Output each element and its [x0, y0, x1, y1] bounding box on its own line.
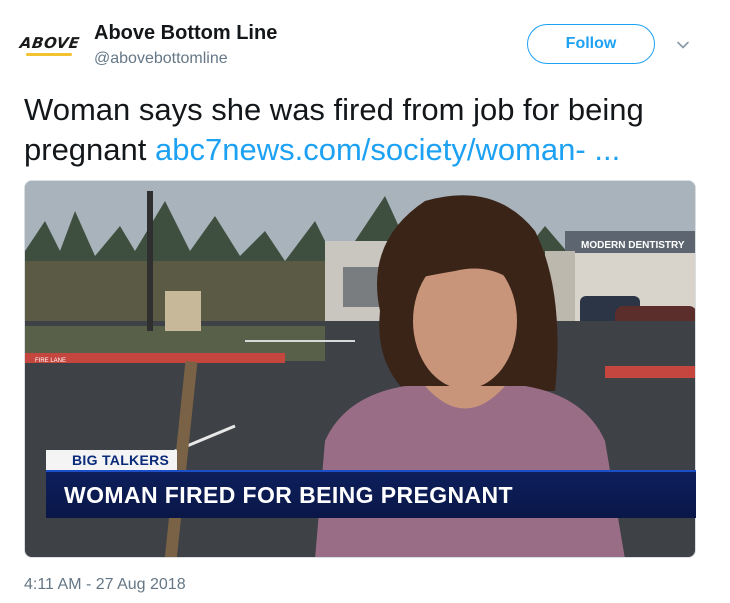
chevron-down-icon[interactable]: [676, 38, 690, 52]
avatar[interactable]: ABOVE: [18, 26, 82, 60]
follow-button[interactable]: Follow: [527, 24, 655, 64]
tweet-text-line2: pregnant abc7news.com/society/woman- ...: [24, 130, 704, 170]
tweet-link[interactable]: abc7news.com/society/woman- ...: [155, 132, 620, 167]
avatar-underline-decoration: [26, 53, 72, 56]
chyron-tag: BIG TALKERS: [46, 450, 178, 470]
chyron-headline: WOMAN FIRED FOR BEING PREGNANT: [46, 470, 696, 518]
author-handle[interactable]: @abovebottomline: [94, 50, 228, 68]
fire-lane-text: FIRE LANE: [35, 358, 66, 364]
tweet-text-line2-prefix: pregnant: [24, 132, 155, 167]
tweet-timestamp[interactable]: 4:11 AM - 27 Aug 2018: [24, 576, 186, 594]
author-display-name[interactable]: Above Bottom Line: [94, 22, 277, 45]
dentistry-sign: MODERN DENTISTRY: [581, 240, 685, 251]
tweet-text: Woman says she was fired from job for be…: [24, 90, 704, 170]
tweet-text-line1: Woman says she was fired from job for be…: [24, 92, 644, 127]
avatar-logo-text: ABOVE: [18, 34, 82, 52]
tweet-card: ABOVE Above Bottom Line @abovebottomline…: [0, 0, 730, 603]
